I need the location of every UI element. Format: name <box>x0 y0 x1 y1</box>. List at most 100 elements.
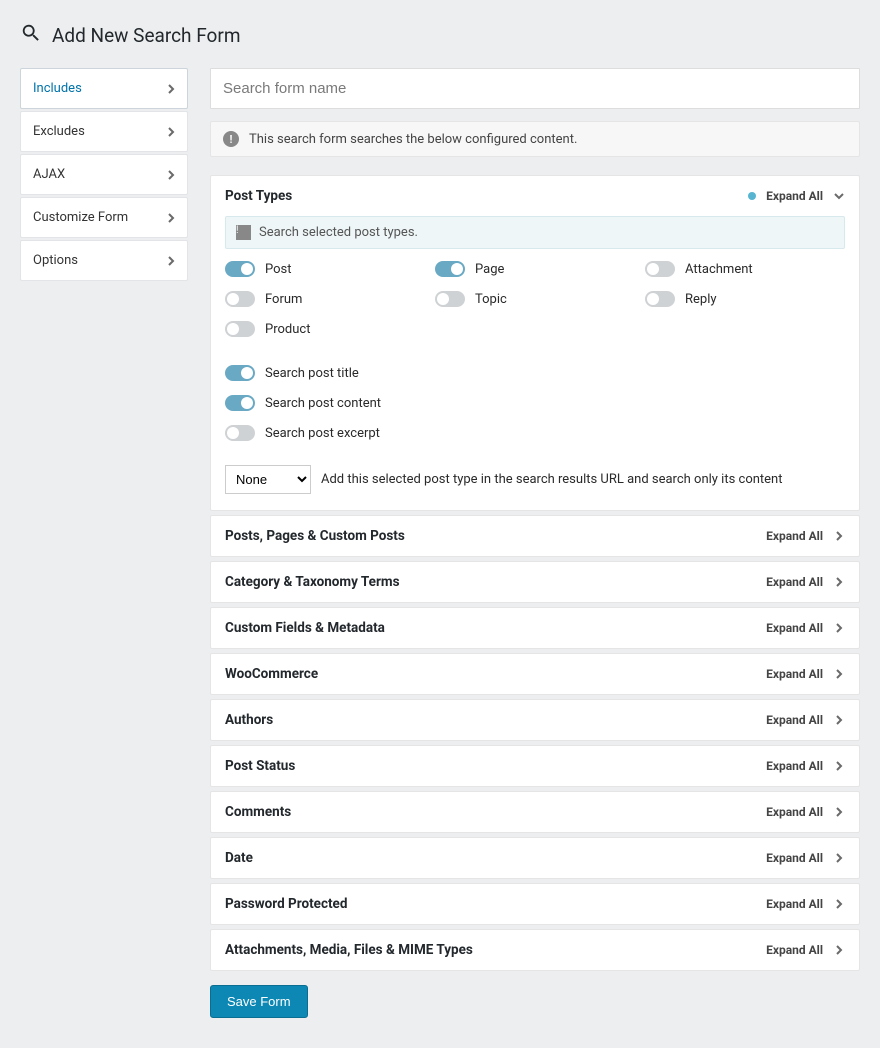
panel-title: Comments <box>225 804 291 820</box>
toggle-row: Reply <box>645 291 845 307</box>
side-tab-ajax[interactable]: AJAX <box>20 154 188 195</box>
panel-title: Custom Fields & Metadata <box>225 620 385 636</box>
side-tab-label: Customize Form <box>33 210 128 225</box>
panel-header[interactable]: Post Status Expand All <box>211 746 859 786</box>
toggle-label: Topic <box>475 292 507 307</box>
info-icon: ! <box>223 131 239 147</box>
panel-header[interactable]: Category & Taxonomy Terms Expand All <box>211 562 859 602</box>
toggle-page[interactable] <box>435 261 465 277</box>
panel-header[interactable]: Password Protected Expand All <box>211 884 859 924</box>
toggle-label: Product <box>265 322 310 337</box>
toggle-search-opt[interactable] <box>225 395 255 411</box>
toggle-search-opt[interactable] <box>225 425 255 441</box>
expand-all-label: Expand All <box>766 529 823 543</box>
side-tab-options[interactable]: Options <box>20 240 188 281</box>
toggle-reply[interactable] <box>645 291 675 307</box>
expand-all-label: Expand All <box>766 189 823 203</box>
toggle-row: Topic <box>435 291 635 307</box>
expand-all-label: Expand All <box>766 713 823 727</box>
chevron-right-icon <box>165 126 177 138</box>
url-post-type-select[interactable]: None <box>225 465 311 494</box>
side-tabs: Includes Excludes AJAX Customize Form Option… <box>20 68 188 283</box>
toggle-label: Post <box>265 262 292 277</box>
toggle-search-opt[interactable] <box>225 365 255 381</box>
chevron-right-icon <box>165 83 177 95</box>
toggle-post[interactable] <box>225 261 255 277</box>
toggle-row: Attachment <box>645 261 845 277</box>
toggle-label: Attachment <box>685 262 753 277</box>
panel-header[interactable]: Custom Fields & Metadata Expand All <box>211 608 859 648</box>
panel: Attachments, Media, Files & MIME Types Ex… <box>210 929 860 971</box>
panel-title: Date <box>225 850 253 866</box>
toggle-row: Page <box>435 261 635 277</box>
post-types-toggle-grid: Post Page Attachment Forum Topic Reply Product <box>225 261 845 337</box>
panel: CommentsExpand All <box>210 791 860 833</box>
chevron-right-icon <box>833 668 845 680</box>
side-tab-customize-form[interactable]: Customize Form <box>20 197 188 238</box>
panel-title: Password Protected <box>225 896 347 912</box>
chevron-right-icon <box>833 806 845 818</box>
chevron-right-icon <box>833 944 845 956</box>
panel-title: Posts, Pages & Custom Posts <box>225 528 405 544</box>
panel-header[interactable]: Posts, Pages & Custom Posts Expand All <box>211 516 859 556</box>
panel-header[interactable]: DateExpand All <box>211 838 859 878</box>
panel: Category & Taxonomy Terms Expand All <box>210 561 860 603</box>
panel: Password Protected Expand All <box>210 883 860 925</box>
panel-post-types: Post Types Expand All ! Search selected … <box>210 175 860 511</box>
status-dot-icon <box>748 192 756 200</box>
expand-all-label: Expand All <box>766 667 823 681</box>
panel: Post Status Expand All <box>210 745 860 787</box>
toggle-label: Search post excerpt <box>265 426 380 441</box>
panel-header[interactable]: WooCommerce Expand All <box>211 654 859 694</box>
panel-title: Category & Taxonomy Terms <box>225 574 400 590</box>
panel-body-post-types: ! Search selected post types. Post Page At… <box>211 216 859 510</box>
panel-title: Authors <box>225 712 273 728</box>
panel-title: Post Status <box>225 758 295 774</box>
chevron-right-icon <box>833 530 845 542</box>
toggle-forum[interactable] <box>225 291 255 307</box>
toggle-topic[interactable] <box>435 291 465 307</box>
chevron-right-icon <box>833 760 845 772</box>
info-icon: ! <box>236 225 251 240</box>
toggle-attachment[interactable] <box>645 261 675 277</box>
toggle-row: Product <box>225 321 425 337</box>
chevron-right-icon <box>833 898 845 910</box>
search-form-name-input[interactable] <box>210 68 860 109</box>
side-tab-label: Excludes <box>33 124 85 139</box>
url-type-description: Add this selected post type in the searc… <box>321 472 783 487</box>
chevron-down-icon <box>833 190 845 202</box>
panel-header[interactable]: CommentsExpand All <box>211 792 859 832</box>
toggle-product[interactable] <box>225 321 255 337</box>
panel-header-post-types[interactable]: Post Types Expand All <box>211 176 859 216</box>
side-tab-excludes[interactable]: Excludes <box>20 111 188 152</box>
toggle-row: Post <box>225 261 425 277</box>
side-tab-label: Options <box>33 253 78 268</box>
expand-all-label: Expand All <box>766 759 823 773</box>
info-notice: ! This search form searches the below co… <box>210 121 860 157</box>
panel: DateExpand All <box>210 837 860 879</box>
notice-text: This search form searches the below conf… <box>249 132 577 147</box>
toggle-label: Page <box>475 262 504 277</box>
side-tab-label: AJAX <box>33 167 65 182</box>
side-tab-includes[interactable]: Includes <box>20 68 188 109</box>
toggle-label: Reply <box>685 292 717 307</box>
chevron-right-icon <box>833 714 845 726</box>
expand-all-label: Expand All <box>766 897 823 911</box>
side-tab-label: Includes <box>33 81 82 96</box>
save-form-button[interactable]: Save Form <box>210 985 308 1018</box>
toggle-row: Forum <box>225 291 425 307</box>
expand-all-label: Expand All <box>766 575 823 589</box>
panel-title: Attachments, Media, Files & MIME Types <box>225 942 473 958</box>
panel-header[interactable]: Authors Expand All <box>211 700 859 740</box>
toggle-label: Search post content <box>265 396 381 411</box>
chevron-right-icon <box>833 622 845 634</box>
panel: WooCommerce Expand All <box>210 653 860 695</box>
panel-title: WooCommerce <box>225 666 318 682</box>
panel: Posts, Pages & Custom Posts Expand All <box>210 515 860 557</box>
hint-text: Search selected post types. <box>259 225 418 240</box>
panel-title: Post Types <box>225 188 292 204</box>
expand-all-label: Expand All <box>766 943 823 957</box>
panel-header[interactable]: Attachments, Media, Files & MIME Types Ex… <box>211 930 859 970</box>
chevron-right-icon <box>833 852 845 864</box>
expand-all-label: Expand All <box>766 621 823 635</box>
